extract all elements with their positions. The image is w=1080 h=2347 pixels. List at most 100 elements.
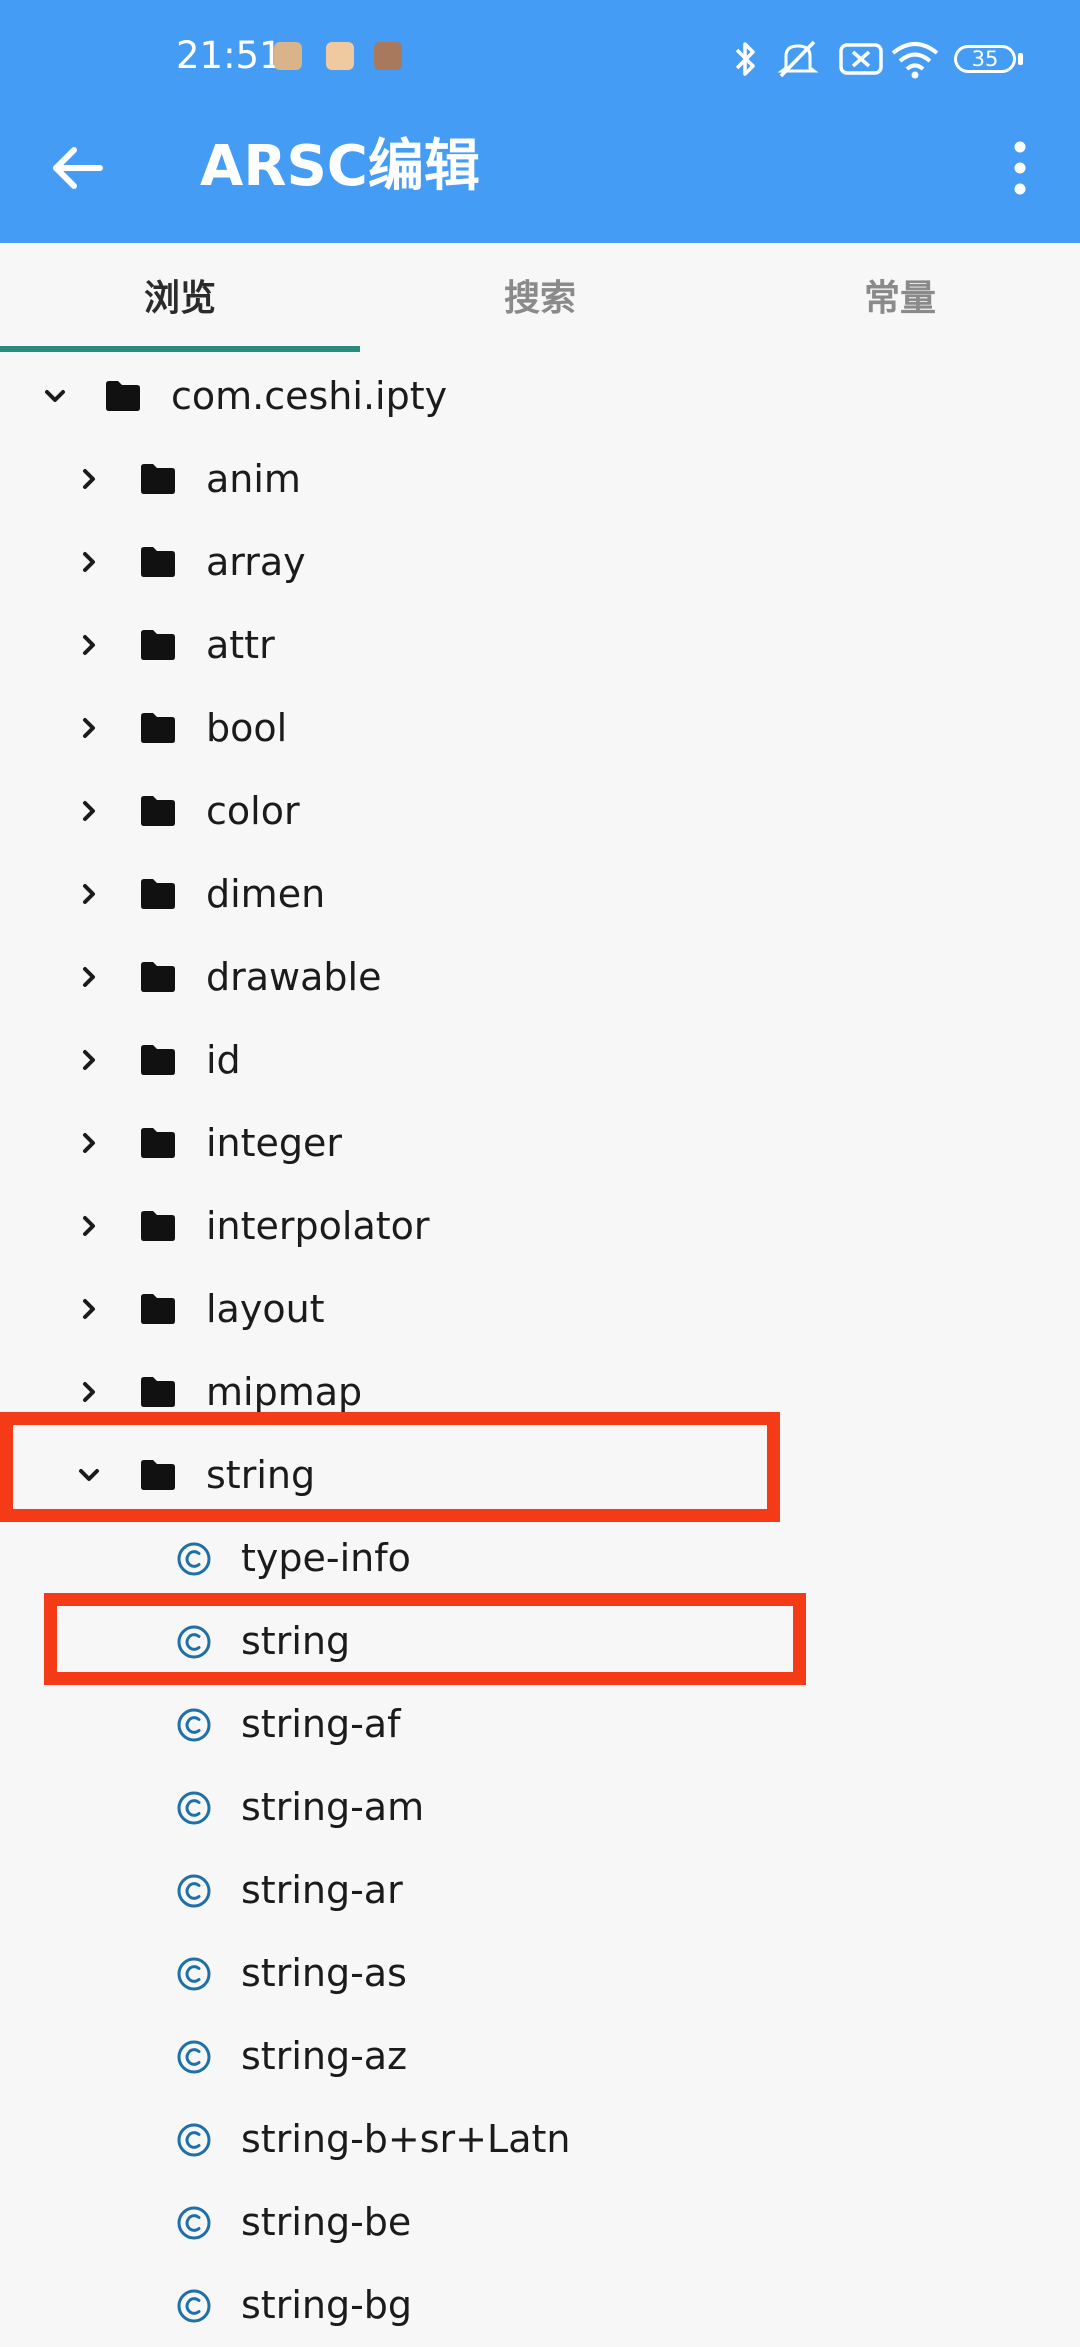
more-vert-icon[interactable] <box>1000 134 1040 204</box>
tree-item-label: id <box>206 1038 241 1082</box>
tree-item-label: string-b+sr+Latn <box>241 2117 571 2161</box>
tree-item-label: string-as <box>241 1951 407 1995</box>
tree-child-string-ar[interactable]: string-ar <box>0 1849 1080 1932</box>
tab-indicator <box>0 346 360 352</box>
folder-icon <box>141 796 175 826</box>
chevron-right-icon[interactable] <box>70 1290 108 1328</box>
folder-icon <box>141 1211 175 1241</box>
tree-child-string-am[interactable]: string-am <box>0 1766 1080 1849</box>
folder-icon <box>141 713 175 743</box>
tab-bar: 浏览 搜索 常量 <box>0 243 1080 355</box>
tree-item-label: string-am <box>241 1785 425 1829</box>
highlight-box <box>0 1412 780 1522</box>
folder-icon <box>141 630 175 660</box>
class-icon <box>177 2123 211 2157</box>
tree-item-label: string-af <box>241 1702 401 1746</box>
tree-child-type-info[interactable]: type-info <box>0 1517 1080 1600</box>
tree-item-label: integer <box>206 1121 343 1165</box>
tree-folder-integer[interactable]: integer <box>0 1102 1080 1185</box>
tree-item-label: string-ar <box>241 1868 403 1912</box>
tree-folder-color[interactable]: color <box>0 770 1080 853</box>
chevron-right-icon[interactable] <box>70 1124 108 1162</box>
folder-icon <box>141 547 175 577</box>
chevron-right-icon[interactable] <box>70 875 108 913</box>
arrow-left-icon[interactable] <box>38 128 118 208</box>
tree-child-string-bg[interactable]: string-bg <box>0 2264 1080 2347</box>
app-bar: 21:51 35 ARSC编辑 <box>0 0 1080 243</box>
class-icon <box>177 1791 211 1825</box>
tree-folder-array[interactable]: array <box>0 521 1080 604</box>
tree-item-label: bool <box>206 706 288 750</box>
tree-folder-bool[interactable]: bool <box>0 687 1080 770</box>
tree-item-label: color <box>206 789 300 833</box>
tab-search[interactable]: 搜索 <box>360 243 720 351</box>
folder-icon <box>141 464 175 494</box>
tree-folder-anim[interactable]: anim <box>0 438 1080 521</box>
tree-item-label: drawable <box>206 955 382 999</box>
chevron-right-icon[interactable] <box>70 1207 108 1245</box>
tree-child-string-as[interactable]: string-as <box>0 1932 1080 2015</box>
tab-constants[interactable]: 常量 <box>720 243 1080 351</box>
class-icon <box>177 2289 211 2323</box>
tree-folder-drawable[interactable]: drawable <box>0 936 1080 1019</box>
class-icon <box>177 1708 211 1742</box>
chevron-right-icon[interactable] <box>70 1373 108 1411</box>
class-icon <box>177 2040 211 2074</box>
chevron-down-icon[interactable] <box>36 377 74 415</box>
class-icon <box>177 1874 211 1908</box>
tree-item-label: string-be <box>241 2200 412 2244</box>
tree-child-string-az[interactable]: string-az <box>0 2015 1080 2098</box>
tree-item-label: anim <box>206 457 301 501</box>
tree-item-label: layout <box>206 1287 325 1331</box>
folder-icon <box>106 381 140 411</box>
class-icon <box>177 1957 211 1991</box>
tab-browse[interactable]: 浏览 <box>0 243 360 351</box>
notification-icon <box>326 42 354 70</box>
highlight-box <box>44 1593 806 1685</box>
tree-item-label: string-az <box>241 2034 408 2078</box>
tree-root[interactable]: com.ceshi.ipty <box>0 355 1080 438</box>
tree-folder-id[interactable]: id <box>0 1019 1080 1102</box>
status-time: 21:51 <box>176 34 283 77</box>
battery-icon: 35 <box>954 45 1016 73</box>
chevron-right-icon[interactable] <box>70 543 108 581</box>
silent-icon <box>777 40 819 78</box>
folder-icon <box>141 1294 175 1324</box>
chevron-right-icon[interactable] <box>70 709 108 747</box>
status-bar: 21:51 35 <box>0 0 1080 120</box>
folder-icon <box>141 1045 175 1075</box>
folder-icon <box>141 962 175 992</box>
folder-icon <box>141 1128 175 1158</box>
no-sim-icon <box>839 43 883 75</box>
chevron-right-icon[interactable] <box>70 792 108 830</box>
tree-item-label: attr <box>206 623 275 667</box>
tree-item-label: dimen <box>206 872 326 916</box>
page-title: ARSC编辑 <box>200 134 480 199</box>
notification-icon <box>374 42 402 70</box>
chevron-right-icon[interactable] <box>70 626 108 664</box>
wifi-icon <box>891 42 939 79</box>
tree-item-label: type-info <box>241 1536 411 1580</box>
folder-icon <box>141 1377 175 1407</box>
tree-item-label: string-bg <box>241 2283 413 2327</box>
tree-item-label: interpolator <box>206 1204 430 1248</box>
tree-folder-dimen[interactable]: dimen <box>0 853 1080 936</box>
class-icon <box>177 1542 211 1576</box>
tree-folder-interpolator[interactable]: interpolator <box>0 1185 1080 1268</box>
tree-item-label: array <box>206 540 306 584</box>
tree-child-string-be[interactable]: string-be <box>0 2181 1080 2264</box>
battery-level: 35 <box>971 47 999 71</box>
folder-icon <box>141 879 175 909</box>
tree-folder-layout[interactable]: layout <box>0 1268 1080 1351</box>
battery-tip <box>1018 53 1023 65</box>
tree-child-string-b+sr+Latn[interactable]: string-b+sr+Latn <box>0 2098 1080 2181</box>
notification-icon <box>274 42 302 70</box>
chevron-right-icon[interactable] <box>70 460 108 498</box>
bluetooth-icon <box>735 42 755 76</box>
chevron-right-icon[interactable] <box>70 1041 108 1079</box>
tree-item-label: com.ceshi.ipty <box>171 374 448 418</box>
tree-folder-attr[interactable]: attr <box>0 604 1080 687</box>
tree-child-string-af[interactable]: string-af <box>0 1683 1080 1766</box>
class-icon <box>177 2206 211 2240</box>
chevron-right-icon[interactable] <box>70 958 108 996</box>
